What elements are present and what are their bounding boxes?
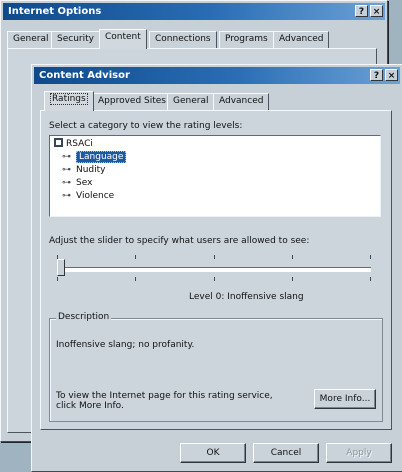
slider-tick [370, 277, 371, 281]
tab-approved-sites[interactable]: Approved Sites [92, 93, 172, 110]
tree-item-label: Nudity [76, 165, 106, 175]
tree-root[interactable]: RSACi [54, 138, 93, 151]
slider-tick [135, 277, 136, 281]
dialog-help-button[interactable]: ? [370, 69, 383, 81]
slider-track [57, 267, 371, 272]
ok-button[interactable]: OK [180, 443, 246, 463]
key-icon: ⊶ [62, 191, 71, 201]
close-button[interactable]: × [370, 5, 383, 17]
slider-thumb[interactable] [57, 259, 65, 276]
more-info-button[interactable]: More Info... [314, 389, 376, 409]
apply-button: Apply [326, 443, 392, 463]
level-text: Level 0: Inoffensive slang [189, 292, 304, 302]
content-advisor-title: Content Advisor [39, 70, 130, 81]
description-group: Description Inoffensive slang; no profan… [49, 312, 383, 422]
more-info-text-line1: To view the Internet page for this ratin… [56, 391, 273, 401]
help-button[interactable]: ? [355, 5, 368, 17]
category-prompt: Select a category to view the rating lev… [49, 121, 243, 131]
internet-options-title: Internet Options [8, 6, 102, 17]
ok-button-label: OK [206, 448, 220, 458]
key-icon: ⊶ [62, 152, 71, 162]
apply-button-label: Apply [346, 448, 372, 458]
content-advisor-titlebar: Content Advisor ? × [34, 67, 400, 84]
slider-ticks [57, 255, 371, 259]
tree-root-label: RSACi [66, 139, 93, 149]
rating-slider[interactable] [57, 255, 371, 295]
more-info-text-line2: click More Info. [56, 401, 124, 411]
tab-content[interactable]: Content [99, 29, 147, 49]
slider-tick [214, 255, 215, 259]
slider-ticks-bottom [57, 277, 371, 281]
slider-tick [135, 255, 136, 259]
ratings-tab-panel: Select a category to view the rating lev… [40, 110, 392, 430]
slider-tick [214, 277, 215, 281]
tab-dialog-advanced[interactable]: Advanced [213, 93, 270, 110]
tree-item-label: Sex [76, 178, 93, 188]
tab-ratings[interactable]: Ratings [44, 91, 94, 111]
slider-prompt: Adjust the slider to specify what users … [49, 236, 310, 246]
more-info-button-label: More Info... [319, 394, 371, 404]
tree-item-nudity[interactable]: ⊶ Nudity [62, 164, 106, 177]
tab-advanced[interactable]: Advanced [273, 31, 330, 48]
rating-category-list[interactable]: RSACi ⊶ Language ⊶ Nudity ⊶ Sex ⊶ Violence [49, 135, 381, 217]
cancel-button-label: Cancel [270, 448, 302, 458]
tree-item-label: Violence [76, 191, 115, 201]
rating-service-icon [54, 138, 63, 147]
tree-item-sex[interactable]: ⊶ Sex [62, 177, 92, 190]
tab-general[interactable]: General [7, 31, 55, 48]
tree-item-label: Language [76, 151, 127, 163]
slider-tick [292, 255, 293, 259]
key-icon: ⊶ [62, 178, 71, 188]
description-text: Inoffensive slang; no profanity. [56, 340, 195, 350]
cancel-button[interactable]: Cancel [253, 443, 319, 463]
tree-item-language[interactable]: ⊶ Language [62, 151, 127, 164]
description-label: Description [56, 312, 112, 322]
slider-tick [370, 255, 371, 259]
slider-tick [292, 277, 293, 281]
key-icon: ⊶ [62, 165, 71, 175]
tab-programs[interactable]: Programs [219, 31, 274, 48]
tab-dialog-general[interactable]: General [167, 93, 215, 110]
internet-options-titlebar: Internet Options ? × [3, 3, 385, 20]
tab-security[interactable]: Security [51, 31, 100, 48]
slider-tick [57, 277, 58, 281]
dialog-close-button[interactable]: × [385, 69, 398, 81]
content-advisor-dialog: Content Advisor ? × Ratings Approved Sit… [31, 64, 402, 472]
tree-item-violence[interactable]: ⊶ Violence [62, 190, 114, 203]
tab-connections[interactable]: Connections [149, 31, 217, 48]
